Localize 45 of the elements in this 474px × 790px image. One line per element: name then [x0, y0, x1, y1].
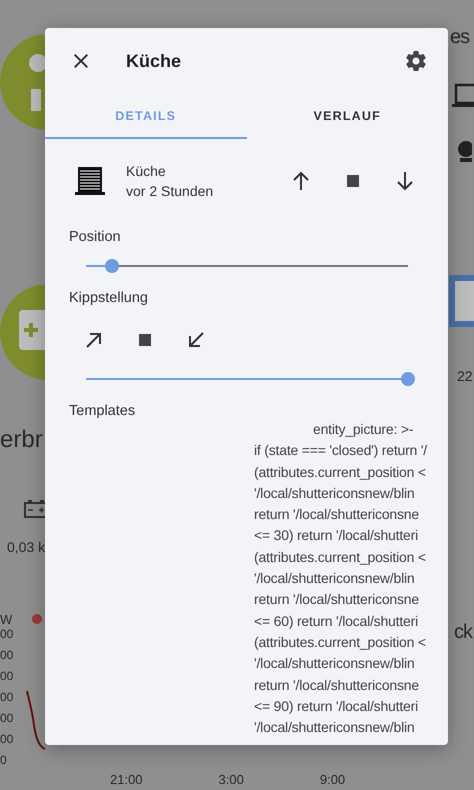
template-line: (attributes.current_position <	[254, 548, 427, 567]
energy-value: 0,03 k	[7, 539, 46, 555]
axis-tick-label: 00	[0, 647, 14, 664]
template-line: return '/local/shuttericonsne	[254, 590, 420, 610]
template-line: '/local/shuttericonsnew/blin	[254, 569, 416, 588]
tilt-slider[interactable]	[86, 372, 415, 386]
tab[interactable]: VERLAUF	[246, 105, 448, 139]
template-line: (attributes.current_position <	[254, 462, 427, 482]
settings-icon	[404, 49, 428, 73]
legend-dot	[32, 614, 42, 624]
laptop-icon	[452, 82, 474, 108]
template-line: (attributes.current_position <	[254, 632, 427, 652]
position-label: Position	[69, 229, 122, 245]
templates-label: Templates	[69, 403, 136, 419]
dialog-title: Küche	[126, 50, 182, 72]
template-line: return '/local/shuttericonsne	[254, 676, 420, 695]
section-heading: erbr	[0, 426, 43, 454]
section-heading: es	[450, 26, 470, 49]
axis-tick-label: 3:00	[218, 772, 244, 787]
axis-tick-label: 00	[0, 710, 14, 727]
template-line: <= 30) return '/local/shutteri	[254, 526, 419, 546]
template-line: '/local/shuttericonsnew/blin	[254, 484, 416, 503]
settings-button[interactable]	[404, 49, 428, 73]
section-heading: ck	[454, 621, 472, 644]
axis-tick-label: 0	[0, 752, 8, 769]
axis-tick-label: 21:00	[110, 772, 143, 787]
chart-line	[26, 690, 46, 750]
blinds-icon	[75, 166, 105, 196]
chart-unit: W	[0, 612, 12, 627]
last-changed-text: vor 2 Stunden	[126, 183, 214, 199]
room-value: 22	[457, 368, 473, 384]
template-line: entity_picture: >-	[312, 420, 414, 439]
entity-name: Küche	[126, 163, 167, 179]
axis-tick-label: 00	[0, 626, 14, 643]
template-line: '/local/shuttericonsnew/blin	[254, 654, 416, 674]
axis-tick-label: 00	[0, 668, 14, 685]
template-line: if (state === 'closed') return '/	[254, 441, 428, 460]
template-line: '/local/shuttericonsnew/blin	[254, 718, 416, 738]
axis-tick-label: 00	[0, 689, 14, 706]
axis-tick-label: 00	[0, 731, 14, 748]
template-line: <= 90) return '/local/shutteri	[254, 696, 419, 716]
tilt-label: Kippstellung	[69, 290, 149, 306]
template-line: return '/local/shuttericonsne	[254, 505, 420, 524]
axis-tick-label: 9:00	[320, 772, 346, 787]
template-line: <= 60) return '/local/shutteri	[254, 612, 419, 631]
